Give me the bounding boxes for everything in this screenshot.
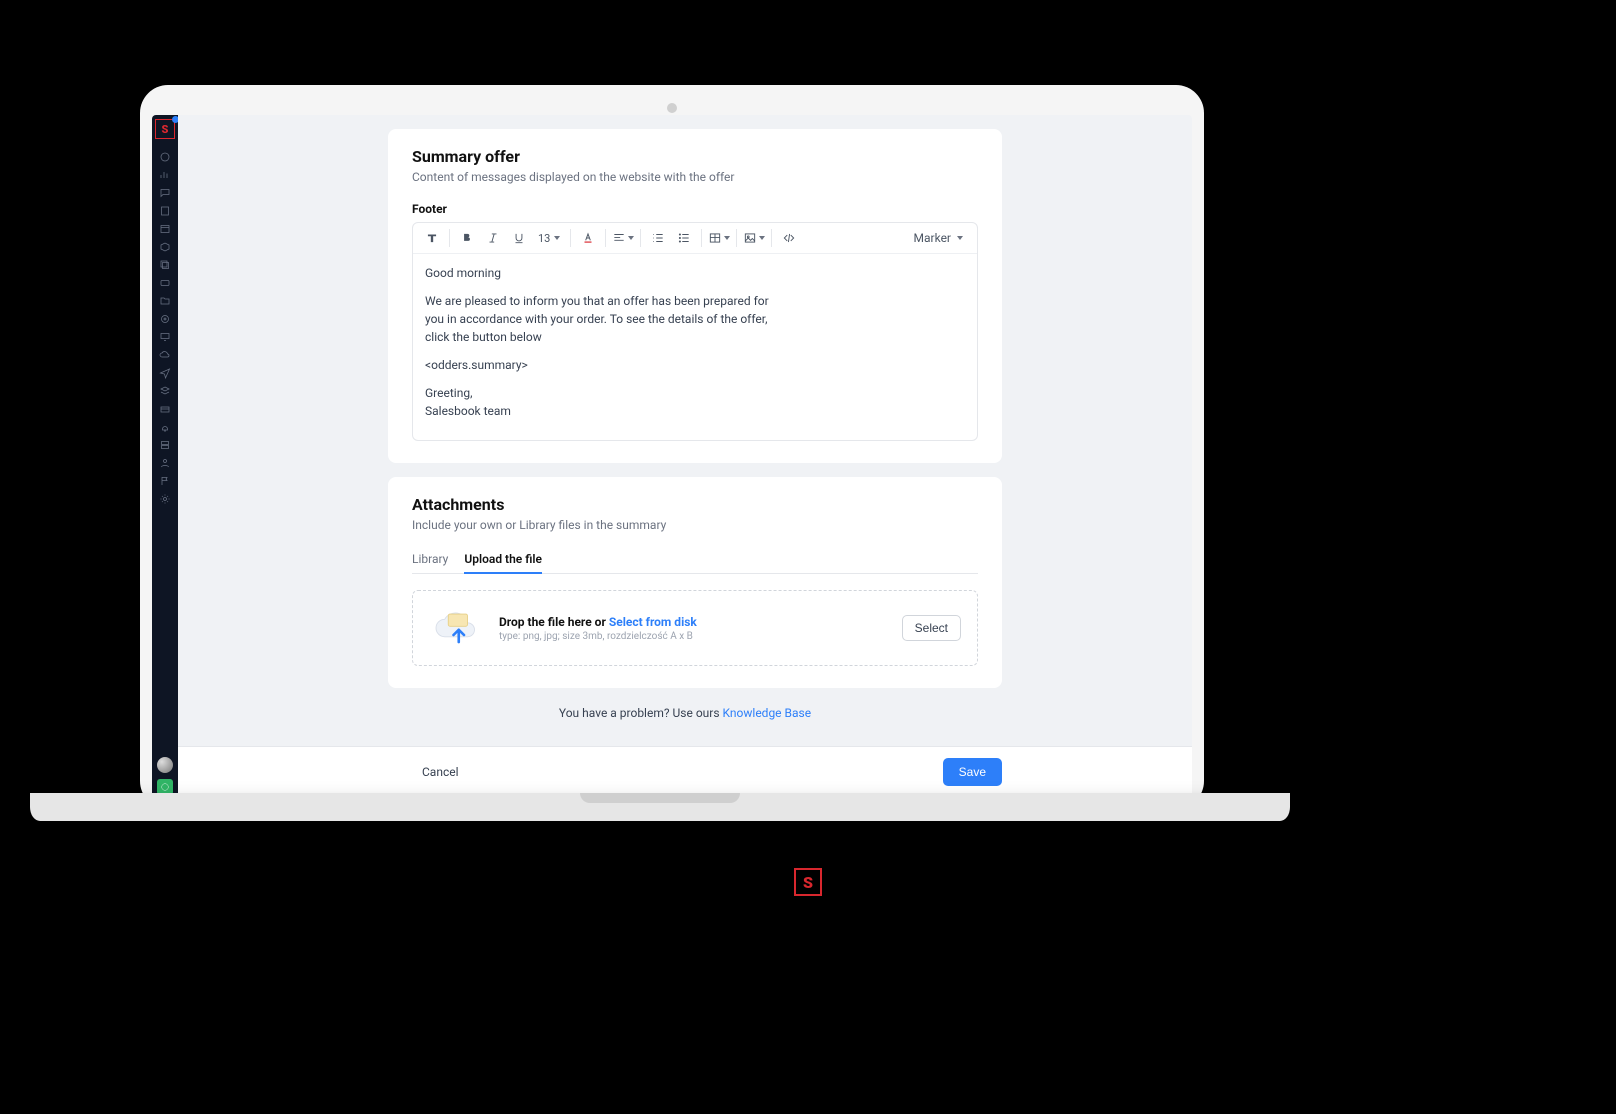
nav-doc-icon[interactable] (159, 205, 171, 217)
font-size-select[interactable]: 13 (532, 232, 566, 245)
text-color-icon[interactable] (575, 225, 601, 251)
ul-icon[interactable] (671, 225, 697, 251)
select-button[interactable]: Select (902, 615, 961, 641)
attachments-title: Attachments (412, 495, 978, 514)
brand-logo-icon: S (794, 868, 822, 896)
summary-title: Summary offer (412, 147, 978, 166)
ol-icon[interactable] (645, 225, 671, 251)
nav-flag-icon[interactable] (159, 475, 171, 487)
italic-icon[interactable] (480, 225, 506, 251)
nav-drawer-icon[interactable] (159, 403, 171, 415)
table-icon[interactable] (706, 225, 732, 251)
drop-hint: type: png, jpg; size 3mb, rozdzielczość … (499, 631, 888, 642)
nav-cal-icon[interactable] (159, 223, 171, 235)
underline-icon[interactable] (506, 225, 532, 251)
save-button[interactable]: Save (943, 758, 1002, 786)
nav-copy-icon[interactable] (159, 259, 171, 271)
bold-icon[interactable] (454, 225, 480, 251)
align-icon[interactable] (610, 225, 636, 251)
nav-box-icon[interactable] (159, 241, 171, 253)
attachments-subtitle: Include your own or Library files in the… (412, 518, 978, 532)
code-icon[interactable] (776, 225, 802, 251)
text-style-icon[interactable] (419, 225, 445, 251)
tab-library[interactable]: Library (412, 546, 448, 573)
image-icon[interactable] (741, 225, 767, 251)
nav-chat-icon[interactable] (159, 187, 171, 199)
attachments-card: Attachments Include your own or Library … (388, 477, 1002, 688)
tab-upload[interactable]: Upload the file (464, 546, 542, 574)
drop-title: Drop the file here or Select from disk (499, 615, 888, 629)
nav-send-icon[interactable] (159, 367, 171, 379)
nav-layer-icon[interactable] (159, 385, 171, 397)
summary-card: Summary offer Content of messages displa… (388, 129, 1002, 463)
nav-wallet-icon[interactable] (159, 277, 171, 289)
main-content: Summary offer Content of messages displa… (178, 115, 1192, 797)
cancel-button[interactable]: Cancel (422, 765, 459, 779)
nav-analytics-icon[interactable] (159, 169, 171, 181)
user-avatar[interactable] (157, 757, 173, 773)
action-bar: Cancel Save (178, 746, 1192, 797)
editor-toolbar: 13 (413, 223, 977, 254)
app-logo[interactable]: S (155, 119, 175, 139)
nav-present-icon[interactable] (159, 331, 171, 343)
select-from-disk-link[interactable]: Select from disk (609, 615, 697, 629)
nav-bell-icon[interactable] (159, 421, 171, 433)
nav-gear-icon[interactable] (159, 493, 171, 505)
nav-user-icon[interactable] (159, 457, 171, 469)
nav-server-icon[interactable] (159, 439, 171, 451)
footer-label: Footer (412, 202, 978, 216)
drop-zone[interactable]: Drop the file here or Select from disk t… (412, 590, 978, 666)
summary-subtitle: Content of messages displayed on the web… (412, 170, 978, 184)
rich-text-editor: 13 (412, 222, 978, 441)
knowledge-base-link[interactable]: Knowledge Base (723, 706, 812, 720)
nav-dashboard-icon[interactable] (159, 151, 171, 163)
nav-folder-icon[interactable] (159, 295, 171, 307)
nav-target-icon[interactable] (159, 313, 171, 325)
help-text: You have a problem? Use ours Knowledge B… (178, 706, 1192, 720)
upload-cloud-icon (429, 607, 485, 649)
sidebar: S (152, 115, 178, 797)
editor-body[interactable]: Good morning We are pleased to inform yo… (413, 254, 977, 440)
nav-cloud-icon[interactable] (159, 349, 171, 361)
marker-dropdown[interactable]: Marker (914, 231, 971, 245)
